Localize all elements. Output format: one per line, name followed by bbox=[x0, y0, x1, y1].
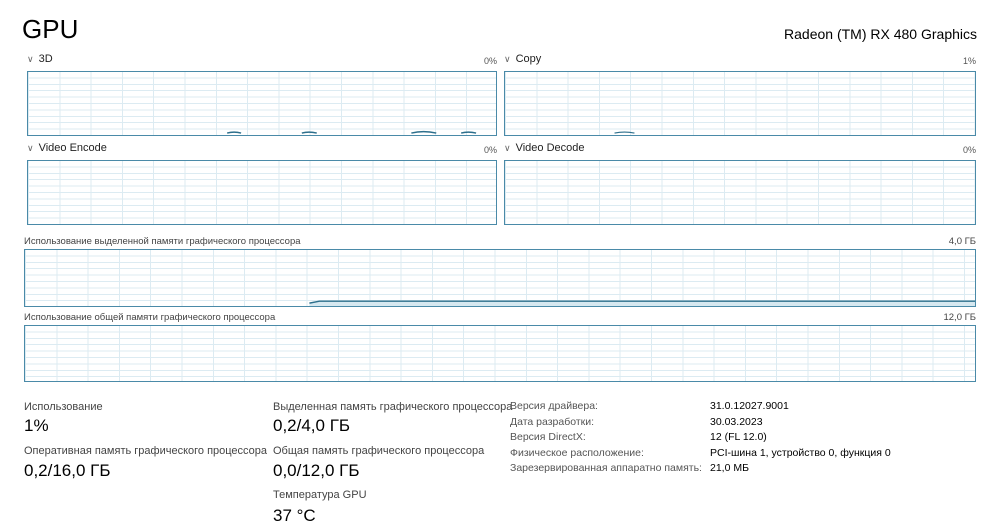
shared-label: Общая память графического процессора bbox=[273, 445, 485, 457]
engine-value: 0% bbox=[483, 56, 497, 66]
detail-label: Зарезервированная аппаратно память: bbox=[510, 462, 702, 474]
engine-video-encode-graph bbox=[27, 160, 497, 225]
engine-3d-selector[interactable]: ∨ 3D bbox=[27, 53, 53, 65]
temperature-label: Температура GPU bbox=[273, 489, 367, 501]
engine-value: 1% bbox=[962, 56, 976, 66]
dedicated-memory-graph bbox=[24, 249, 976, 307]
detail-value: 21,0 МБ bbox=[710, 462, 749, 474]
detail-value: PCI-шина 1, устройство 0, функция 0 bbox=[710, 447, 891, 459]
engine-copy-graph bbox=[504, 71, 976, 136]
dedicated-memory-max: 4,0 ГБ bbox=[948, 236, 976, 247]
chevron-down-icon: ∨ bbox=[504, 54, 511, 64]
chevron-down-icon: ∨ bbox=[504, 143, 511, 153]
detail-value: 31.0.12027.9001 bbox=[710, 400, 789, 412]
detail-value: 30.03.2023 bbox=[710, 416, 763, 428]
detail-label: Версия драйвера: bbox=[510, 400, 598, 412]
detail-label: Физическое расположение: bbox=[510, 447, 644, 459]
engine-video-encode-selector[interactable]: ∨ Video Encode bbox=[27, 142, 107, 154]
utilization-label: Использование bbox=[24, 401, 103, 413]
shared-memory-graph bbox=[24, 325, 976, 382]
shared-memory-label: Использование общей памяти графического … bbox=[24, 312, 276, 323]
chevron-down-icon: ∨ bbox=[27, 54, 34, 64]
engine-video-decode-selector[interactable]: ∨ Video Decode bbox=[504, 142, 585, 154]
engine-value: 0% bbox=[962, 145, 976, 155]
dedicated-label: Выделенная память графического процессор… bbox=[273, 401, 513, 413]
engine-label: 3D bbox=[38, 53, 53, 65]
detail-value: 12 (FL 12.0) bbox=[710, 431, 767, 443]
engine-video-decode-graph bbox=[504, 160, 976, 225]
engine-label: Copy bbox=[515, 53, 542, 65]
engine-copy-selector[interactable]: ∨ Copy bbox=[504, 53, 541, 65]
page-title: GPU bbox=[22, 14, 79, 44]
detail-label: Версия DirectX: bbox=[510, 431, 586, 443]
shared-value: 0,0/12,0 ГБ bbox=[273, 461, 360, 480]
chevron-down-icon: ∨ bbox=[27, 143, 34, 153]
detail-label: Дата разработки: bbox=[510, 416, 595, 428]
gpu-memory-value: 0,2/16,0 ГБ bbox=[24, 461, 111, 480]
shared-memory-max: 12,0 ГБ bbox=[943, 312, 976, 323]
engine-value: 0% bbox=[483, 145, 497, 155]
engine-3d-graph bbox=[27, 71, 497, 136]
temperature-value: 37 °C bbox=[273, 506, 316, 525]
dedicated-value: 0,2/4,0 ГБ bbox=[273, 416, 351, 435]
engine-label: Video Decode bbox=[515, 142, 585, 154]
engine-label: Video Encode bbox=[38, 142, 107, 154]
gpu-memory-label: Оперативная память графического процессо… bbox=[24, 445, 268, 457]
device-name: Radeon (TM) RX 480 Graphics bbox=[784, 26, 977, 42]
utilization-value: 1% bbox=[24, 416, 49, 435]
dedicated-memory-label: Использование выделенной памяти графичес… bbox=[24, 236, 301, 247]
